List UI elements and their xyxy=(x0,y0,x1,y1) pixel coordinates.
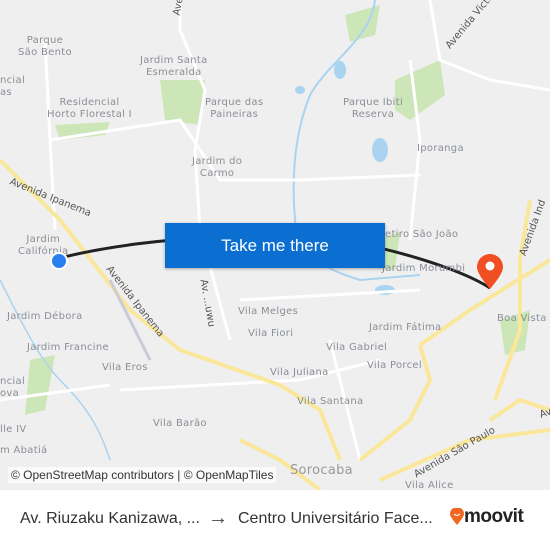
area-label: Parque das Paineiras xyxy=(205,97,264,120)
area-label: Vila Barão xyxy=(153,418,207,429)
area-label: Jardim Morumbi xyxy=(382,263,466,274)
area-label: Jardim Santa Esmeralda xyxy=(140,55,208,78)
route-footer: Av. Riuzaku Kanizawa, ... → Centro Unive… xyxy=(0,490,550,550)
moovit-logo: moovit xyxy=(450,506,524,528)
origin-marker[interactable] xyxy=(50,252,68,270)
area-label: Boa Vista xyxy=(497,313,547,324)
destination-pin-icon[interactable] xyxy=(475,253,505,291)
map[interactable]: Parque São Bento Jardim Santa Esmeralda … xyxy=(0,0,550,490)
area-label: Jardim Francine xyxy=(27,342,109,353)
area-label: Jardim Débora xyxy=(7,311,83,322)
area-label: Residencial Horto Florestal I xyxy=(47,97,132,120)
city-label: Sorocaba xyxy=(290,463,353,478)
area-label: Parque Ibiti Reserva xyxy=(343,97,404,120)
origin-name: Av. Riuzaku Kanizawa, ... xyxy=(20,510,200,527)
area-label: Vila Porcel xyxy=(367,360,422,371)
area-label: ncial as xyxy=(0,75,26,98)
area-label: lle IV xyxy=(0,424,27,435)
moovit-pin-icon xyxy=(450,508,464,525)
area-label: Parque São Bento xyxy=(18,35,72,58)
area-label: Vila Fiori xyxy=(248,328,294,339)
map-attribution[interactable]: © OpenStreetMap contributors | © OpenMap… xyxy=(8,467,277,483)
area-label: Jardim Fátima xyxy=(369,322,442,333)
area-label: m Abatiá xyxy=(0,445,48,456)
area-label: Vila Melges xyxy=(238,306,299,317)
destination-name: Centro Universitário Face... xyxy=(238,510,433,527)
area-label: Jardim do Carmo xyxy=(192,156,243,179)
area-label: Vila Gabriel xyxy=(326,342,388,353)
area-label: etiro São João xyxy=(385,229,459,240)
area-label: Iporanga xyxy=(417,143,464,154)
area-label: Vila Santana xyxy=(297,396,364,407)
area-label: ncial ova xyxy=(0,376,26,399)
brand-name: moovit xyxy=(464,506,524,527)
area-label: Vila Alice xyxy=(405,480,454,490)
area-label: Vila Eros xyxy=(102,362,148,373)
take-me-there-button[interactable]: Take me there xyxy=(165,223,385,268)
arrow-right-icon: → xyxy=(208,507,228,529)
area-label: Vila Juliana xyxy=(270,367,329,378)
